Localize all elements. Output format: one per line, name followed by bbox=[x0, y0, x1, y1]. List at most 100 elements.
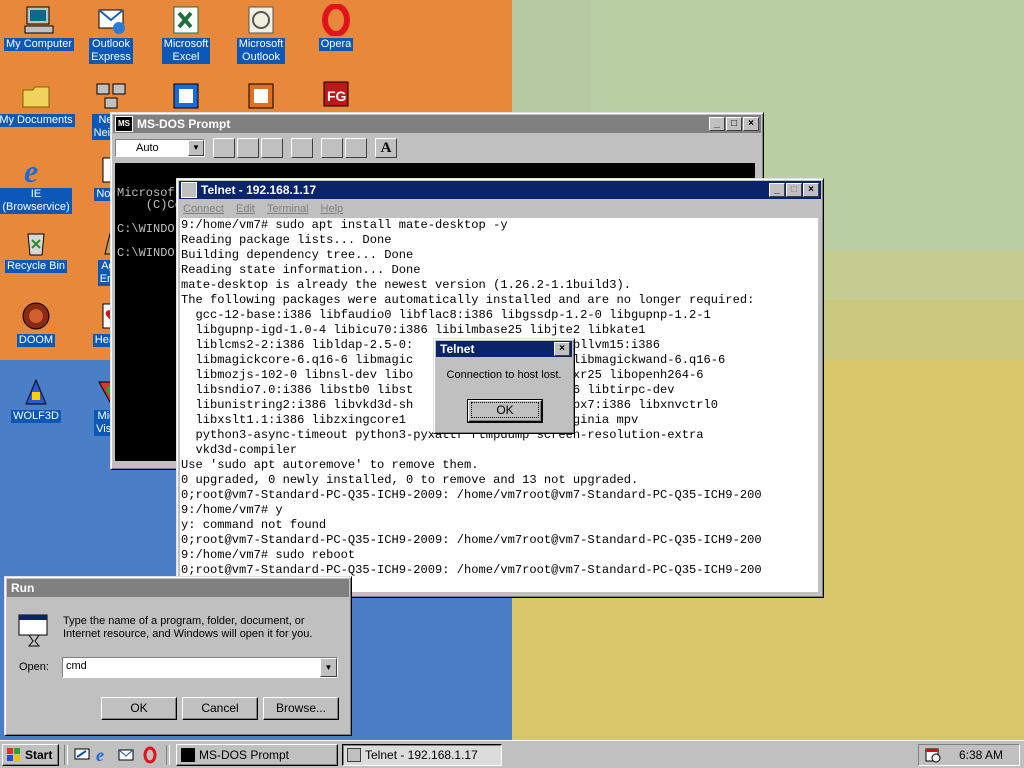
run-cancel-button[interactable]: Cancel bbox=[182, 697, 258, 720]
icon-label: Recycle Bin bbox=[4, 260, 68, 273]
paste-icon[interactable] bbox=[261, 138, 283, 158]
terminal-line: libgupnp-igd-1.0-4 libicu70:i386 libilmb… bbox=[181, 323, 646, 337]
desktop-icon-shortcut-b[interactable] bbox=[222, 80, 300, 114]
mark-icon[interactable] bbox=[213, 138, 235, 158]
taskbar-task-telnet[interactable]: Telnet - 192.168.1.17 bbox=[342, 744, 502, 766]
desktop-icon-doom[interactable]: DOOM bbox=[0, 300, 75, 347]
icon-label: Opera bbox=[318, 38, 354, 51]
shortcut-icon: FG bbox=[320, 78, 352, 110]
icon-label: IE (Browservice) bbox=[0, 188, 72, 214]
menu-help[interactable]: Help bbox=[321, 203, 344, 215]
recycle-bin-icon bbox=[20, 226, 52, 258]
internet-explorer-icon[interactable]: e bbox=[96, 746, 114, 764]
folder-icon bbox=[20, 80, 52, 112]
copy-icon[interactable] bbox=[237, 138, 259, 158]
telnet-dialog[interactable]: Telnet × Connection to host lost. OK bbox=[433, 338, 575, 434]
icon-label: WOLF3D bbox=[11, 410, 61, 423]
msdos-title: MS-DOS Prompt bbox=[137, 117, 231, 131]
outlook-express-icon bbox=[95, 4, 127, 36]
start-button[interactable]: Start bbox=[2, 744, 59, 766]
desktop-icon-shortcut-c[interactable]: FG bbox=[297, 78, 375, 112]
msdos-task-icon bbox=[181, 748, 195, 762]
minimize-button[interactable]: _ bbox=[769, 183, 785, 197]
clock[interactable]: 6:38 AM bbox=[959, 748, 1003, 762]
terminal-line: 0 upgraded, 0 newly installed, 0 to remo… bbox=[181, 473, 639, 487]
terminal-line: 0;root@vm7-Standard-PC-Q35-ICH9-2009: /h… bbox=[181, 533, 762, 547]
terminal-line: y: command not found bbox=[181, 518, 327, 532]
close-button[interactable]: × bbox=[743, 117, 759, 131]
terminal-line: Reading state information... Done bbox=[181, 263, 421, 277]
run-ok-button[interactable]: OK bbox=[101, 697, 177, 720]
properties-icon[interactable] bbox=[321, 138, 343, 158]
desktop-icon-my-computer[interactable]: My Computer bbox=[0, 4, 78, 51]
run-open-label: Open: bbox=[19, 661, 49, 673]
icon-label: My Documents bbox=[0, 114, 75, 127]
terminal-line: Reading package lists... Done bbox=[181, 233, 392, 247]
desktop-icon-ie[interactable]: e IE (Browservice) bbox=[0, 153, 75, 214]
font-icon[interactable]: A bbox=[375, 138, 397, 158]
menu-connect[interactable]: Connect bbox=[183, 203, 224, 215]
maximize-button[interactable]: □ bbox=[726, 117, 742, 131]
desktop-icon-outlook[interactable]: Microsoft Outlook bbox=[222, 4, 300, 64]
background-icon[interactable] bbox=[345, 138, 367, 158]
terminal-line: gcc-12-base:i386 libfaudio0 libflac8:i38… bbox=[181, 308, 711, 322]
font-size-value: Auto bbox=[136, 142, 159, 154]
menu-terminal[interactable]: Terminal bbox=[267, 203, 309, 215]
taskbar-separator bbox=[64, 745, 68, 765]
run-dialog[interactable]: Run Type the name of a program, folder, … bbox=[4, 576, 352, 736]
run-browse-button[interactable]: Browse... bbox=[263, 697, 339, 720]
scheduler-icon[interactable] bbox=[925, 747, 941, 763]
run-open-input[interactable]: cmd bbox=[66, 660, 87, 672]
desktop-icon-excel[interactable]: Microsoft Excel bbox=[147, 4, 225, 64]
icon-label: Outlook Express bbox=[89, 38, 133, 64]
dialog-title: Telnet bbox=[440, 342, 475, 356]
taskbar-separator bbox=[166, 745, 170, 765]
run-open-combobox[interactable]: cmd ▼ bbox=[62, 657, 338, 678]
desktop-icon-my-documents[interactable]: My Documents bbox=[0, 80, 75, 127]
telnet-titlebar[interactable]: Telnet - 192.168.1.17 _ □ × bbox=[179, 181, 821, 199]
desktop-icon-opera[interactable]: Opera bbox=[297, 3, 375, 51]
msdos-toolbar: Auto ▼ A bbox=[111, 135, 763, 161]
dialog-ok-button[interactable]: OK bbox=[467, 399, 543, 423]
font-size-select[interactable]: Auto ▼ bbox=[115, 139, 205, 157]
telnet-task-icon bbox=[347, 748, 361, 762]
maximize-button[interactable]: □ bbox=[786, 183, 802, 197]
shortcut-icon bbox=[245, 80, 277, 112]
start-label: Start bbox=[25, 748, 53, 762]
internet-explorer-icon: e bbox=[20, 153, 52, 189]
fullscreen-icon[interactable] bbox=[291, 138, 313, 158]
shortcut-icon bbox=[170, 80, 202, 112]
outlook-express-icon[interactable] bbox=[118, 747, 134, 763]
computer-icon bbox=[23, 4, 55, 36]
run-icon bbox=[17, 613, 51, 647]
terminal-line: 9:/home/vm7# sudo reboot bbox=[181, 548, 356, 562]
dialog-titlebar[interactable]: Telnet × bbox=[436, 341, 572, 357]
excel-icon bbox=[170, 4, 202, 36]
desktop-icon-shortcut-a[interactable] bbox=[147, 80, 225, 114]
opera-icon[interactable] bbox=[142, 746, 158, 764]
show-desktop-icon[interactable] bbox=[74, 747, 90, 763]
svg-text:e: e bbox=[24, 154, 38, 186]
taskbar-task-msdos[interactable]: MS-DOS Prompt bbox=[176, 744, 338, 766]
terminal-line: vkd3d-compiler bbox=[181, 443, 298, 457]
terminal-line: The following packages were automaticall… bbox=[181, 293, 755, 307]
icon-label: Microsoft Excel bbox=[161, 38, 211, 64]
desktop-icon-outlook-express[interactable]: Outlook Express bbox=[72, 4, 150, 64]
run-titlebar[interactable]: Run bbox=[7, 579, 349, 597]
terminal-line: mate-desktop is already the newest versi… bbox=[181, 278, 631, 292]
close-button[interactable]: × bbox=[803, 183, 819, 197]
windows-logo-icon bbox=[7, 748, 21, 762]
close-button[interactable]: × bbox=[554, 342, 570, 356]
msdos-titlebar[interactable]: MS MS-DOS Prompt _ □ × bbox=[113, 115, 761, 133]
run-description: Type the name of a program, folder, docu… bbox=[63, 615, 313, 640]
taskbar: Start e MS-DOS Prompt Telnet - 192.168.1… bbox=[0, 740, 1024, 768]
menu-edit[interactable]: Edit bbox=[236, 203, 255, 215]
msdos-icon: MS bbox=[115, 116, 133, 132]
minimize-button[interactable]: _ bbox=[709, 117, 725, 131]
chevron-down-icon[interactable]: ▼ bbox=[188, 140, 204, 156]
chevron-down-icon[interactable]: ▼ bbox=[320, 658, 337, 677]
icon-label: Microsoft Outlook bbox=[236, 38, 286, 64]
doom-icon bbox=[20, 300, 52, 332]
desktop-icon-wolf3d[interactable]: WOLF3D bbox=[0, 376, 75, 423]
desktop-icon-recycle-bin[interactable]: Recycle Bin bbox=[0, 226, 75, 273]
